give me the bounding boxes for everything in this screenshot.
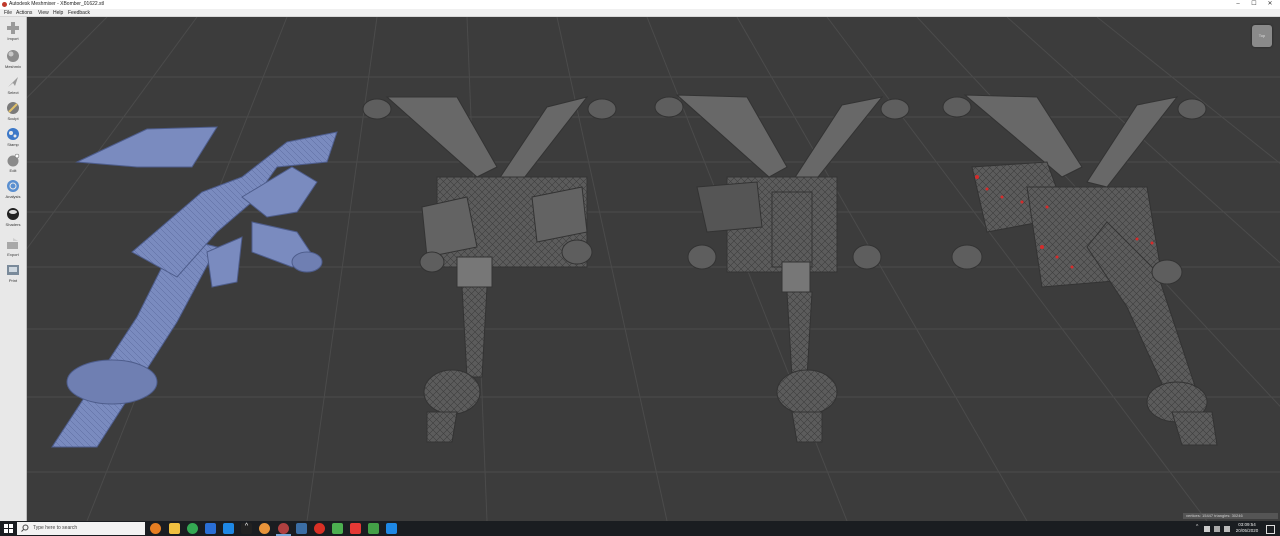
mesh-stats: vertices: 15447 triangles: 30246: [1183, 513, 1278, 519]
terminal-icon[interactable]: ^: [241, 523, 252, 534]
chrome-icon[interactable]: [187, 523, 198, 534]
tool-stamp[interactable]: Stamp: [0, 127, 26, 151]
select-arrow-icon: [8, 77, 18, 87]
tool-select[interactable]: Select: [0, 75, 26, 99]
close-button[interactable]: ✕: [1260, 0, 1280, 9]
export-box-icon: [7, 238, 18, 249]
tool-label: Import: [7, 36, 19, 41]
app-icon[interactable]: [314, 523, 325, 534]
view-cube[interactable]: Top: [1252, 25, 1272, 47]
tool-analysis[interactable]: Analysis: [0, 179, 26, 203]
tool-print[interactable]: Print: [0, 263, 26, 287]
shaders-sphere-icon: [7, 208, 19, 220]
meshmixer-icon[interactable]: [278, 523, 289, 534]
tool-label: Stamp: [7, 142, 19, 147]
tray-app-icon[interactable]: [1204, 526, 1210, 532]
blender-icon[interactable]: [150, 523, 161, 534]
window-title: Autodesk Meshmixer - XBomber_01622.stl: [9, 1, 105, 7]
sculpt-brush-icon: [7, 102, 19, 114]
app-icon[interactable]: [350, 523, 361, 534]
model-gray-2[interactable]: [654, 94, 910, 443]
volume-icon[interactable]: [1224, 526, 1230, 532]
app-icon[interactable]: [223, 523, 234, 534]
stamp-globe-icon: [7, 128, 19, 140]
app-icon[interactable]: [368, 523, 379, 534]
notification-icon[interactable]: [1266, 525, 1275, 534]
clock-date: 20/05/2020: [1235, 528, 1259, 533]
menu-feedback[interactable]: Feedback: [68, 10, 90, 16]
tool-label: Shaders: [5, 222, 21, 227]
plus-icon: [7, 22, 19, 34]
app-icon[interactable]: [386, 523, 397, 534]
print-icon: [7, 265, 19, 275]
view-cube-label: Top: [1258, 33, 1266, 38]
tool-export[interactable]: Export: [0, 237, 26, 261]
menu-bar: File Actions View Help Feedback: [0, 9, 1280, 17]
tool-import[interactable]: Import: [0, 21, 26, 45]
taskbar-search-box[interactable]: Type here to search: [17, 522, 145, 535]
app-icon[interactable]: [205, 523, 216, 534]
title-bar: Autodesk Meshmixer - XBomber_01622.stl –…: [0, 0, 1280, 9]
meshmixer-logo-icon: [2, 2, 7, 7]
3d-viewport[interactable]: Top vertices: 15447 triangles: 30246: [27, 17, 1280, 521]
analysis-sphere-icon: [7, 180, 19, 192]
tray-chevron-icon[interactable]: ^: [1196, 524, 1198, 530]
model-selected-blue[interactable]: [51, 126, 338, 448]
menu-help[interactable]: Help: [53, 10, 63, 16]
app-icon[interactable]: [259, 523, 270, 534]
model-gray-analysis[interactable]: [942, 94, 1218, 446]
app-icon[interactable]: [296, 523, 307, 534]
search-icon: [21, 524, 29, 532]
windows-start-icon[interactable]: [4, 524, 13, 533]
scene: [27, 17, 1280, 521]
tool-label: Print: [8, 278, 18, 283]
tool-meshmix[interactable]: Meshmix: [0, 49, 26, 73]
tool-shaders[interactable]: Shaders: [0, 207, 26, 231]
edit-sphere-icon: [7, 153, 20, 167]
tool-label: Edit: [9, 168, 17, 173]
tool-label: Export: [7, 252, 19, 257]
tool-label: Select: [7, 90, 19, 95]
system-clock[interactable]: 03:09:54 20/05/2020: [1232, 522, 1262, 534]
meshmix-sphere-icon: [7, 50, 19, 62]
tool-label: Sculpt: [7, 116, 19, 121]
network-icon[interactable]: [1214, 526, 1220, 532]
windows-taskbar: Type here to search ^ ^ 03:09:54 20/05/2…: [0, 521, 1280, 536]
tool-edit[interactable]: Edit: [0, 153, 26, 177]
file-explorer-icon[interactable]: [169, 523, 180, 534]
menu-view[interactable]: View: [38, 10, 49, 16]
menu-file[interactable]: File: [4, 10, 12, 16]
menu-actions[interactable]: Actions: [16, 10, 32, 16]
tool-label: Meshmix: [4, 64, 21, 69]
tool-label: Analysis: [5, 194, 21, 199]
model-gray-1[interactable]: [362, 96, 617, 443]
app-icon[interactable]: [332, 523, 343, 534]
search-placeholder: Type here to search: [33, 525, 78, 531]
tool-panel: Import Meshmix Select Sculpt Stamp Edit …: [0, 17, 27, 521]
tool-sculpt[interactable]: Sculpt: [0, 101, 26, 125]
